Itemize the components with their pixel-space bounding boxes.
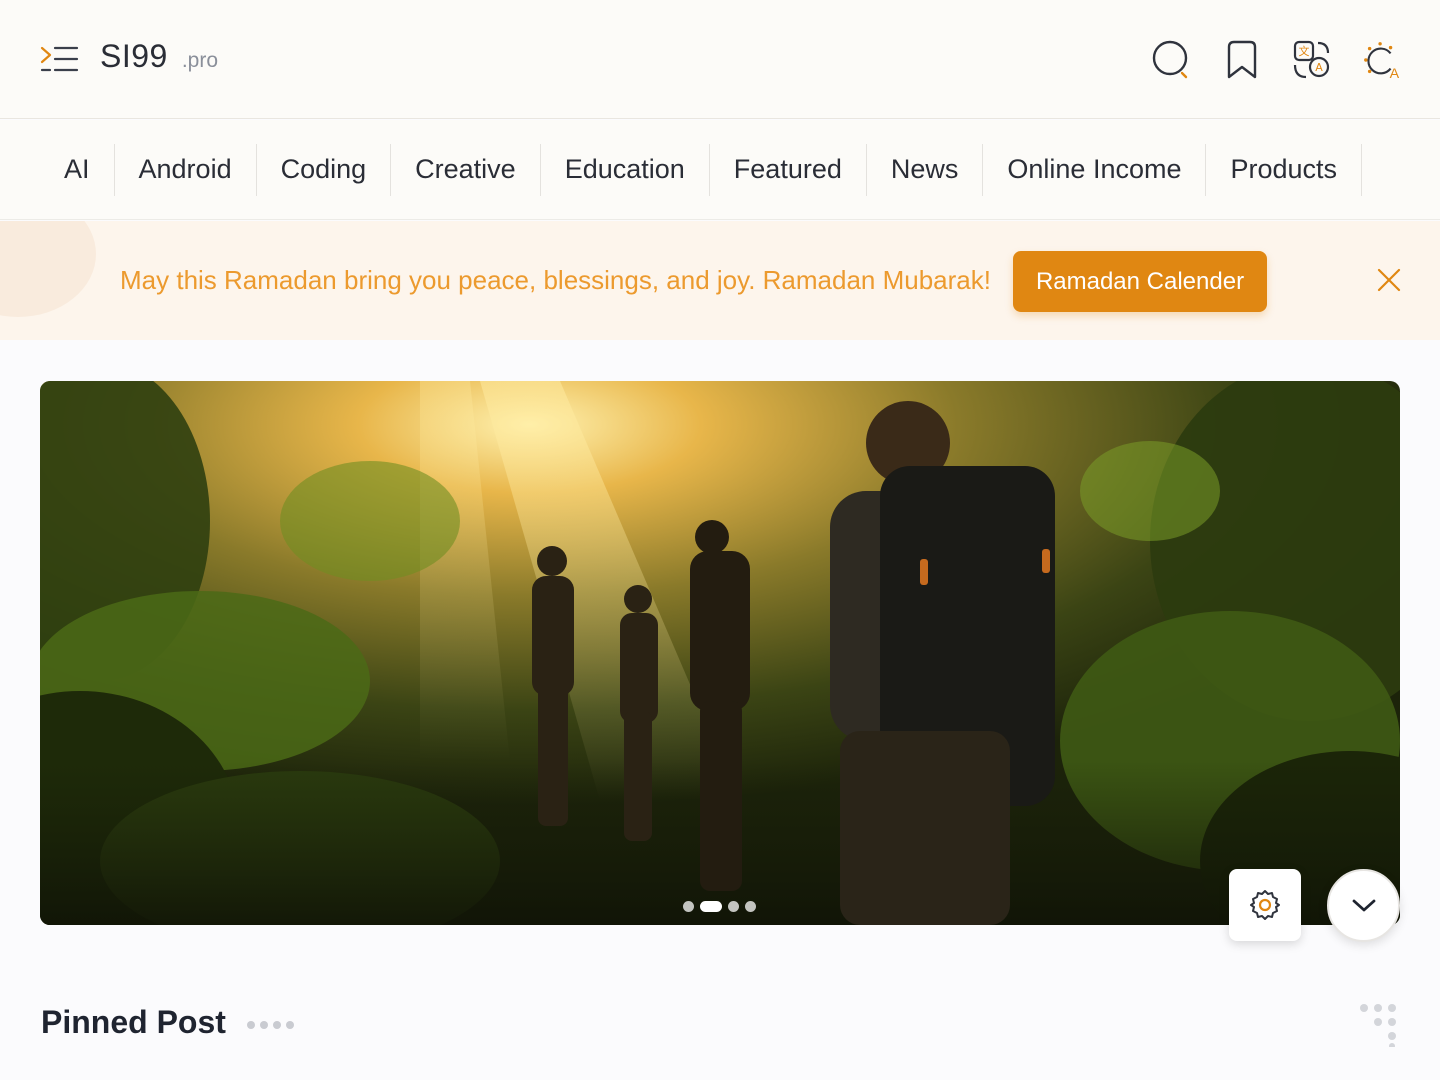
section-title: Pinned Post [41, 1004, 226, 1040]
category-nav: AI Android Coding Creative Education Fea… [0, 120, 1440, 220]
category-products[interactable]: Products [1206, 143, 1363, 196]
banner-message: May this Ramadan bring you peace, blessi… [120, 265, 991, 295]
ramadan-calendar-button[interactable]: Ramadan Calender [1013, 251, 1267, 312]
slider-dot[interactable] [728, 901, 739, 912]
header-actions: 文 A A [1152, 38, 1402, 82]
site-logo[interactable]: SI99 .pro [100, 38, 218, 75]
theme-toggle-icon[interactable]: A [1362, 38, 1402, 82]
site-header: SI99 .pro 文 A A [0, 0, 1440, 119]
announcement-banner: May this Ramadan bring you peace, blessi… [0, 221, 1440, 340]
category-featured[interactable]: Featured [710, 143, 867, 196]
translate-icon[interactable]: 文 A [1292, 38, 1332, 82]
category-online-income[interactable]: Online Income [983, 143, 1207, 196]
close-icon[interactable] [1370, 261, 1408, 299]
gear-icon [1250, 890, 1280, 920]
slider-dot[interactable] [683, 901, 694, 912]
category-news[interactable]: News [867, 143, 984, 196]
brand-tld: .pro [181, 49, 219, 72]
category-creative[interactable]: Creative [391, 143, 541, 196]
section-title-dots [247, 1021, 294, 1029]
dots-grid-icon[interactable] [1358, 1003, 1402, 1049]
banner-decoration [0, 221, 96, 317]
category-android[interactable]: Android [115, 143, 257, 196]
category-coding[interactable]: Coding [257, 143, 392, 196]
svg-text:文: 文 [1299, 44, 1310, 58]
svg-text:A: A [1315, 61, 1323, 74]
bookmark-icon[interactable] [1222, 38, 1262, 82]
scroll-down-button[interactable] [1327, 869, 1400, 942]
hero-slider[interactable] [40, 381, 1400, 925]
slider-dots [683, 901, 756, 912]
svg-text:A: A [1390, 66, 1400, 81]
settings-button[interactable] [1229, 869, 1301, 941]
brand-name: SI99 [100, 38, 168, 74]
category-ai[interactable]: AI [40, 143, 115, 196]
search-icon[interactable] [1152, 38, 1192, 82]
menu-icon[interactable] [40, 42, 80, 78]
slider-dot-active[interactable] [700, 901, 722, 912]
slider-dot[interactable] [745, 901, 756, 912]
category-education[interactable]: Education [541, 143, 710, 196]
chevron-down-icon [1352, 899, 1375, 911]
hero-image [40, 381, 1400, 925]
